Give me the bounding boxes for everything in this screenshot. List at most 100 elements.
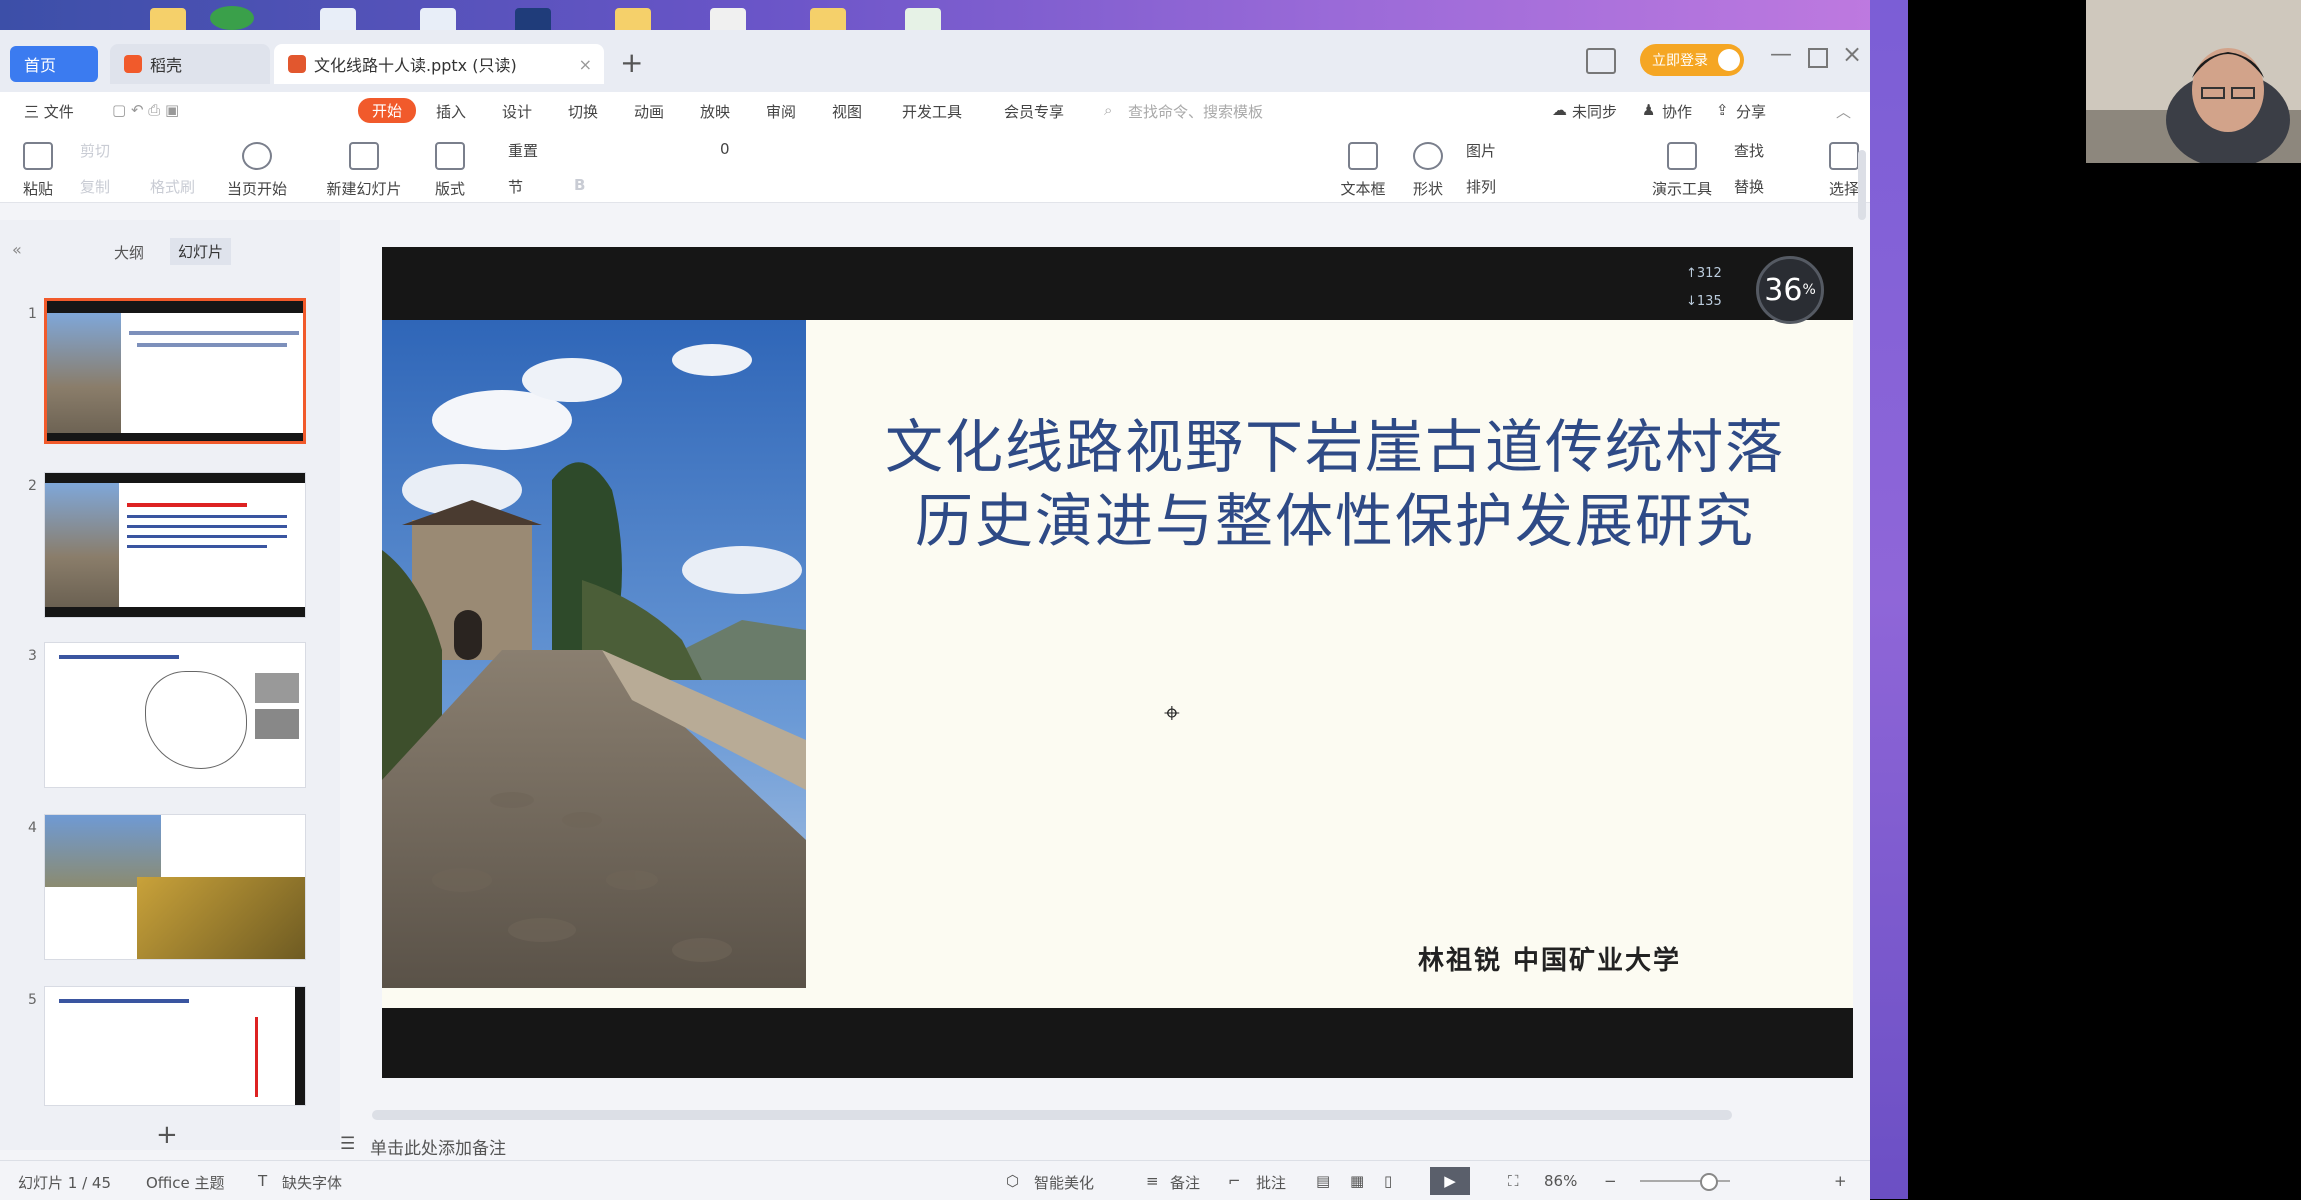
cut-button[interactable]: 剪切	[80, 140, 110, 161]
horizontal-scrollbar[interactable]	[372, 1110, 1732, 1120]
tab-document-label: 文化线路十人读.pptx (只读)	[314, 56, 517, 75]
font-size-field[interactable]: 0	[720, 140, 730, 158]
folder-icon[interactable]	[150, 8, 186, 30]
start-from-current-button[interactable]: 当页开始	[222, 142, 292, 199]
add-slide-button[interactable]: +	[156, 1120, 178, 1150]
login-button[interactable]: 立即登录	[1640, 44, 1744, 76]
smart-beautify-button[interactable]: 智能美化	[1034, 1172, 1094, 1193]
slide-thumbnail-4[interactable]	[44, 814, 306, 960]
tab-daoke[interactable]: 稻壳	[110, 44, 270, 84]
folder-icon[interactable]	[615, 8, 651, 30]
format-painter-button[interactable]: 格式刷	[150, 176, 195, 197]
menu-slideshow[interactable]: 放映	[700, 101, 730, 122]
menu-view[interactable]: 视图	[832, 101, 862, 122]
tab-outline[interactable]: 大纲	[114, 242, 144, 263]
fit-window-icon[interactable]: ⛶	[1508, 1172, 1519, 1190]
collab-icon[interactable]: ♟	[1642, 101, 1655, 119]
menu-animation[interactable]: 动画	[634, 101, 664, 122]
cloud-sync-icon[interactable]: ☁	[1552, 101, 1567, 119]
section-label: 节	[508, 178, 524, 196]
text-box-button[interactable]: 文本框	[1338, 142, 1388, 199]
photo-icon[interactable]	[515, 8, 551, 30]
zoom-level[interactable]: 86%	[1544, 1172, 1577, 1190]
play-icon	[242, 142, 272, 170]
sync-status[interactable]: 未同步	[1572, 101, 1617, 122]
upload-speed-value: 312	[1696, 266, 1722, 281]
percent-sign: %	[1802, 282, 1816, 298]
collab-button[interactable]: 协作	[1662, 101, 1692, 122]
share-button[interactable]: 分享	[1736, 101, 1766, 122]
shapes-button[interactable]: 形状	[1408, 142, 1448, 199]
theme-name[interactable]: Office 主题	[146, 1172, 225, 1193]
browser-icon[interactable]	[210, 6, 254, 30]
comments-button[interactable]: 批注	[1256, 1172, 1286, 1193]
menu-review[interactable]: 审阅	[766, 101, 796, 122]
share-icon[interactable]: ⇪	[1716, 101, 1729, 119]
vertical-scrollbar[interactable]	[1858, 150, 1866, 220]
menu-transition[interactable]: 切换	[568, 101, 598, 122]
maximize-icon[interactable]	[1808, 48, 1828, 68]
replace-label: 替换	[1734, 178, 1765, 196]
presentation-tools-button[interactable]: 演示工具	[1644, 142, 1720, 199]
notes-toggle-button[interactable]: 备注	[1170, 1172, 1200, 1193]
bold-button[interactable]: B	[574, 176, 585, 194]
reset-button[interactable]: 重置	[508, 140, 538, 161]
document-icon[interactable]	[420, 8, 456, 30]
zoom-in-icon[interactable]: +	[1834, 1172, 1847, 1190]
menu-insert[interactable]: 插入	[436, 101, 466, 122]
tab-document[interactable]: 文化线路十人读.pptx (只读) ×	[274, 44, 604, 84]
tab-slides[interactable]: 幻灯片	[170, 238, 232, 265]
reading-view-icon[interactable]: ▯	[1384, 1172, 1392, 1190]
normal-view-icon[interactable]: ▤	[1316, 1172, 1330, 1190]
menu-file[interactable]: 三 文件	[24, 101, 74, 122]
zoom-out-icon[interactable]: −	[1604, 1172, 1617, 1190]
new-slide-button[interactable]: 新建幻灯片	[324, 142, 404, 199]
tab-home[interactable]: 首页	[10, 46, 98, 82]
folder-icon[interactable]	[810, 8, 846, 30]
search-icon[interactable]: ⌕	[1104, 101, 1112, 119]
notes-toggle-icon: ≡	[1146, 1172, 1159, 1190]
menu-member[interactable]: 会员专享	[1004, 101, 1064, 122]
minimize-icon[interactable]: —	[1770, 42, 1792, 67]
copy-button[interactable]: 复制	[80, 176, 110, 197]
avatar	[1718, 49, 1740, 71]
pptx-icon	[288, 55, 306, 73]
missing-font-button[interactable]: 缺失字体	[282, 1172, 342, 1193]
slide-thumbnail-3[interactable]	[44, 642, 306, 788]
play-slideshow-button[interactable]: ▶	[1430, 1167, 1470, 1195]
notes-placeholder[interactable]: 单击此处添加备注	[370, 1134, 506, 1159]
replace-button[interactable]: 替换	[1734, 176, 1764, 197]
sorter-view-icon[interactable]: ▦	[1350, 1172, 1364, 1190]
slide-thumbnail-1[interactable]	[44, 298, 306, 444]
close-tab-icon[interactable]: ×	[579, 55, 592, 74]
find-button[interactable]: 查找	[1734, 140, 1764, 161]
zoom-slider-handle[interactable]	[1700, 1173, 1718, 1191]
quick-access-icons[interactable]: ▢ ↶ ⎙ ▣	[112, 101, 179, 119]
slide-thumbnail-panel: « 大纲 幻灯片 1 2 3 4 5 +	[0, 220, 340, 1150]
speed-ball[interactable]: 36%	[1756, 256, 1824, 324]
command-search-input[interactable]: 查找命令、搜索模板	[1128, 101, 1263, 122]
slide-thumbnail-5[interactable]	[44, 986, 306, 1106]
menu-start[interactable]: 开始	[358, 98, 417, 123]
slide-title[interactable]: 文化线路视野下岩崖古道传统村落 历史演进与整体性保护发展研究	[830, 410, 1840, 558]
close-window-icon[interactable]: ×	[1842, 40, 1862, 68]
collapse-ribbon-icon[interactable]: ︿	[1836, 101, 1851, 122]
picture-button[interactable]: 图片	[1466, 140, 1496, 161]
menu-design[interactable]: 设计	[502, 101, 532, 122]
menu-developer[interactable]: 开发工具	[902, 101, 962, 122]
slide-thumbnail-2[interactable]	[44, 472, 306, 618]
document-icon[interactable]	[320, 8, 356, 30]
pdf-icon[interactable]	[710, 8, 746, 30]
layout-switch-icon[interactable]	[1586, 48, 1616, 74]
section-button[interactable]: 节	[508, 176, 523, 197]
arrange-button[interactable]: 排列	[1466, 176, 1496, 197]
slide-author[interactable]: 林祖锐 中国矿业大学	[1418, 940, 1681, 977]
notes-bar[interactable]: ☰ 单击此处添加备注	[340, 1130, 1870, 1160]
spreadsheet-icon[interactable]	[905, 8, 941, 30]
thumb-text-line	[127, 525, 287, 528]
collapse-panel-icon[interactable]: «	[12, 240, 22, 259]
paste-button[interactable]: 粘贴	[18, 142, 58, 199]
new-tab-button[interactable]: +	[620, 46, 643, 79]
layout-button[interactable]: 版式	[430, 142, 470, 199]
select-button[interactable]: 选择	[1826, 142, 1862, 199]
